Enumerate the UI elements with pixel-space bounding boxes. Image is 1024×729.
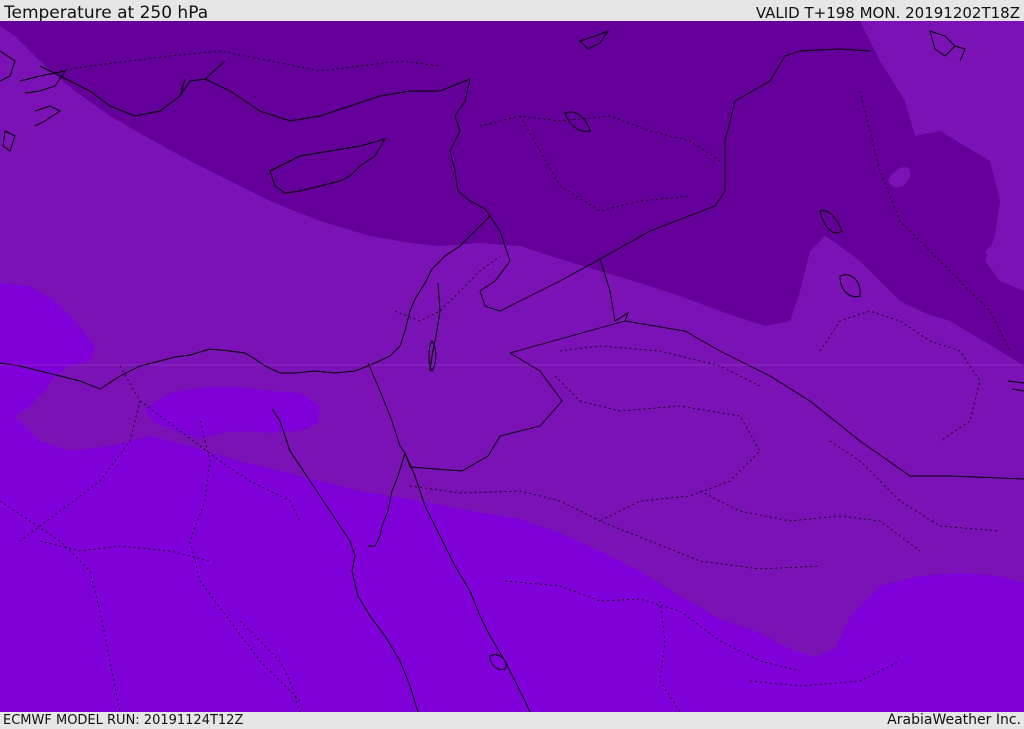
- temperature-map[interactable]: [0, 21, 1024, 712]
- header-bar: Temperature at 250 hPa VALID T+198 MON. …: [0, 0, 1024, 23]
- model-run-label: ECMWF MODEL RUN: 20191124T12Z: [3, 713, 244, 728]
- footer-bar: ECMWF MODEL RUN: 20191124T12Z ArabiaWeat…: [0, 712, 1024, 729]
- credit-label: ArabiaWeather Inc.: [887, 712, 1021, 728]
